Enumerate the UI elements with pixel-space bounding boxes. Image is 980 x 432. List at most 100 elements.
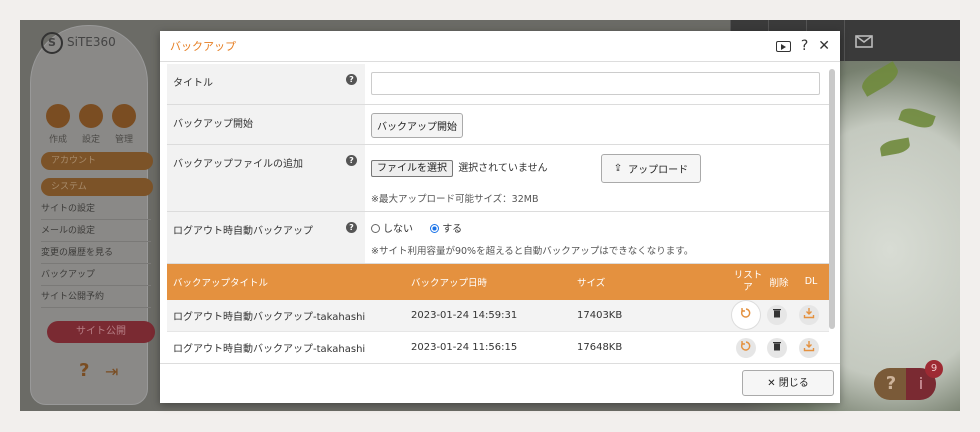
header-size: サイズ	[571, 263, 731, 300]
form-row-auto-backup: ログアウト時自動バックアップ? しない する ※サイト利用容量が90%を超えると…	[167, 211, 829, 264]
modal-header: バックアップ ? ✕	[160, 31, 840, 62]
modal-body: タイトル? バックアップ開始 バックアップ開始 バックアップファイルの追加? フ…	[167, 64, 829, 360]
title-input[interactable]	[371, 72, 820, 95]
radio-off-label: しない	[383, 223, 413, 235]
sidebar-create[interactable]: 作成	[43, 104, 73, 145]
form-row-add-file: バックアップファイルの追加? ファイルを選択 選択されていません ⇪ アップロード…	[167, 144, 829, 212]
list-header-row: バックアップタイトル バックアップ日時 サイズ リストア 削除 DL	[167, 263, 829, 300]
row-size: 17648KB	[571, 331, 731, 360]
backup-form: タイトル? バックアップ開始 バックアップ開始 バックアップファイルの追加? フ…	[167, 64, 829, 264]
form-label: タイトル?	[167, 64, 365, 105]
upload-label: アップロード	[628, 164, 689, 176]
upload-button[interactable]: ⇪ アップロード	[600, 153, 702, 183]
mail-icon[interactable]	[844, 20, 882, 61]
help-icon[interactable]: ?	[79, 360, 89, 381]
trash-icon[interactable]	[766, 305, 787, 326]
row-delete-cell	[765, 331, 793, 360]
question-icon[interactable]: ?	[346, 221, 357, 233]
trash-icon[interactable]	[766, 337, 787, 358]
form-row-start: バックアップ開始 バックアップ開始	[167, 104, 829, 145]
sidebar-icon-label: 管理	[114, 135, 133, 145]
form-label: バックアップファイルの追加?	[167, 144, 365, 212]
sidebar-item-publish-schedule[interactable]: サイト公開予約	[41, 286, 151, 308]
help-float-button[interactable]: ?	[874, 368, 908, 400]
table-row: ログアウト時自動バックアップ-takahashi 2023-01-24 14:5…	[167, 299, 829, 332]
logo-text: SiTE360	[67, 35, 116, 49]
help-icon[interactable]: ?	[801, 38, 808, 54]
form-value: ファイルを選択 選択されていません ⇪ アップロード ※最大アップロード可能サイズ…	[365, 144, 829, 212]
sidebar-system-toggle[interactable]: システム	[41, 178, 153, 196]
sidebar-item-mail-settings[interactable]: メールの設定	[41, 220, 151, 242]
download-icon[interactable]	[798, 337, 819, 358]
question-icon[interactable]: ?	[346, 154, 357, 166]
sidebar-settings[interactable]: 設定	[76, 104, 106, 145]
sidebar-item-backup[interactable]: バックアップ	[41, 264, 151, 286]
backup-list-table: バックアップタイトル バックアップ日時 サイズ リストア 削除 DL ログアウト…	[167, 263, 829, 360]
sidebar-item-history[interactable]: 変更の履歴を見る	[41, 242, 151, 264]
gear-icon	[79, 104, 103, 128]
add-file-label: バックアップファイルの追加	[173, 158, 303, 170]
modal-title: バックアップ	[170, 40, 236, 53]
sidebar-icon-row: 作成 設定 管理	[43, 104, 139, 145]
modal-tools: ? ✕	[775, 38, 830, 54]
sidebar-icon-label: 設定	[81, 135, 100, 145]
modal-scrollbar[interactable]	[829, 69, 835, 329]
row-download-cell	[793, 331, 829, 360]
row-title: ログアウト時自動バックアップ-takahashi	[167, 331, 405, 360]
start-label: バックアップ開始	[173, 118, 253, 130]
start-backup-button[interactable]: バックアップ開始	[371, 112, 463, 138]
form-value	[365, 64, 829, 105]
radio-on[interactable]: する	[430, 223, 463, 235]
sidebar-item-site-settings[interactable]: サイトの設定	[41, 198, 151, 220]
download-icon[interactable]	[798, 305, 819, 326]
header-restore: リストア	[731, 263, 765, 300]
modal-footer: ✕ 閉じる	[160, 363, 840, 403]
restore-icon[interactable]	[735, 337, 756, 358]
row-restore-cell	[731, 299, 765, 332]
form-label: ログアウト時自動バックアップ?	[167, 211, 365, 264]
publish-button[interactable]: サイト公開	[47, 321, 155, 343]
file-status: 選択されていません	[458, 162, 548, 174]
form-label: バックアップ開始	[167, 104, 365, 145]
notification-badge: 9	[925, 360, 943, 378]
form-value: しない する ※サイト利用容量が90%を超えると自動バックアップはできなくなりま…	[365, 211, 829, 264]
row-date: 2023-01-24 14:59:31	[405, 299, 571, 332]
question-icon[interactable]: ?	[346, 74, 357, 85]
video-icon[interactable]	[775, 40, 791, 52]
sidebar: S SiTE360 作成 設定 管理 アカウント システム サイトの設定 メールの…	[30, 25, 155, 405]
max-size-note: ※最大アップロード可能サイズ：32MB	[371, 193, 539, 205]
logout-icon[interactable]: ⇥	[105, 362, 118, 381]
table-row: ログアウト時自動バックアップ-takahashi 2023-01-24 11:5…	[167, 331, 829, 360]
backup-modal: バックアップ ? ✕ タイトル? バックアップ開始 バックアップ開始 バックアッ…	[160, 31, 840, 403]
sidebar-icon-label: 作成	[48, 135, 67, 145]
header-title: バックアップタイトル	[167, 263, 405, 300]
header-delete: 削除	[765, 263, 793, 300]
radio-on-label: する	[442, 223, 463, 235]
auto-backup-note: ※サイト利用容量が90%を超えると自動バックアップはできなくなります。	[371, 245, 694, 257]
header-date: バックアップ日時	[405, 263, 571, 300]
app-logo: S SiTE360	[41, 32, 116, 54]
auto-backup-label: ログアウト時自動バックアップ	[173, 225, 313, 237]
upload-icon: ⇪	[613, 162, 623, 174]
radio-on-circle	[430, 223, 440, 233]
pencil-icon	[46, 104, 70, 128]
restore-icon[interactable]	[735, 305, 756, 326]
radio-off[interactable]: しない	[371, 223, 413, 235]
person-icon	[112, 104, 136, 128]
row-title: ログアウト時自動バックアップ-takahashi	[167, 299, 405, 332]
row-date: 2023-01-24 11:56:15	[405, 331, 571, 360]
close-button[interactable]: ✕ 閉じる	[742, 370, 834, 396]
close-icon[interactable]: ✕	[818, 38, 830, 54]
sidebar-account-toggle[interactable]: アカウント	[41, 152, 153, 170]
header-download: DL	[793, 263, 829, 300]
row-delete-cell	[765, 299, 793, 332]
choose-file-button[interactable]: ファイルを選択	[371, 159, 453, 177]
row-restore-cell	[731, 331, 765, 360]
row-download-cell	[793, 299, 829, 332]
form-value: バックアップ開始	[365, 104, 829, 145]
radio-off-circle	[371, 223, 380, 233]
sidebar-manage[interactable]: 管理	[109, 104, 139, 145]
row-size: 17403KB	[571, 299, 731, 332]
title-label: タイトル	[173, 78, 213, 89]
form-row-title: タイトル?	[167, 64, 829, 105]
